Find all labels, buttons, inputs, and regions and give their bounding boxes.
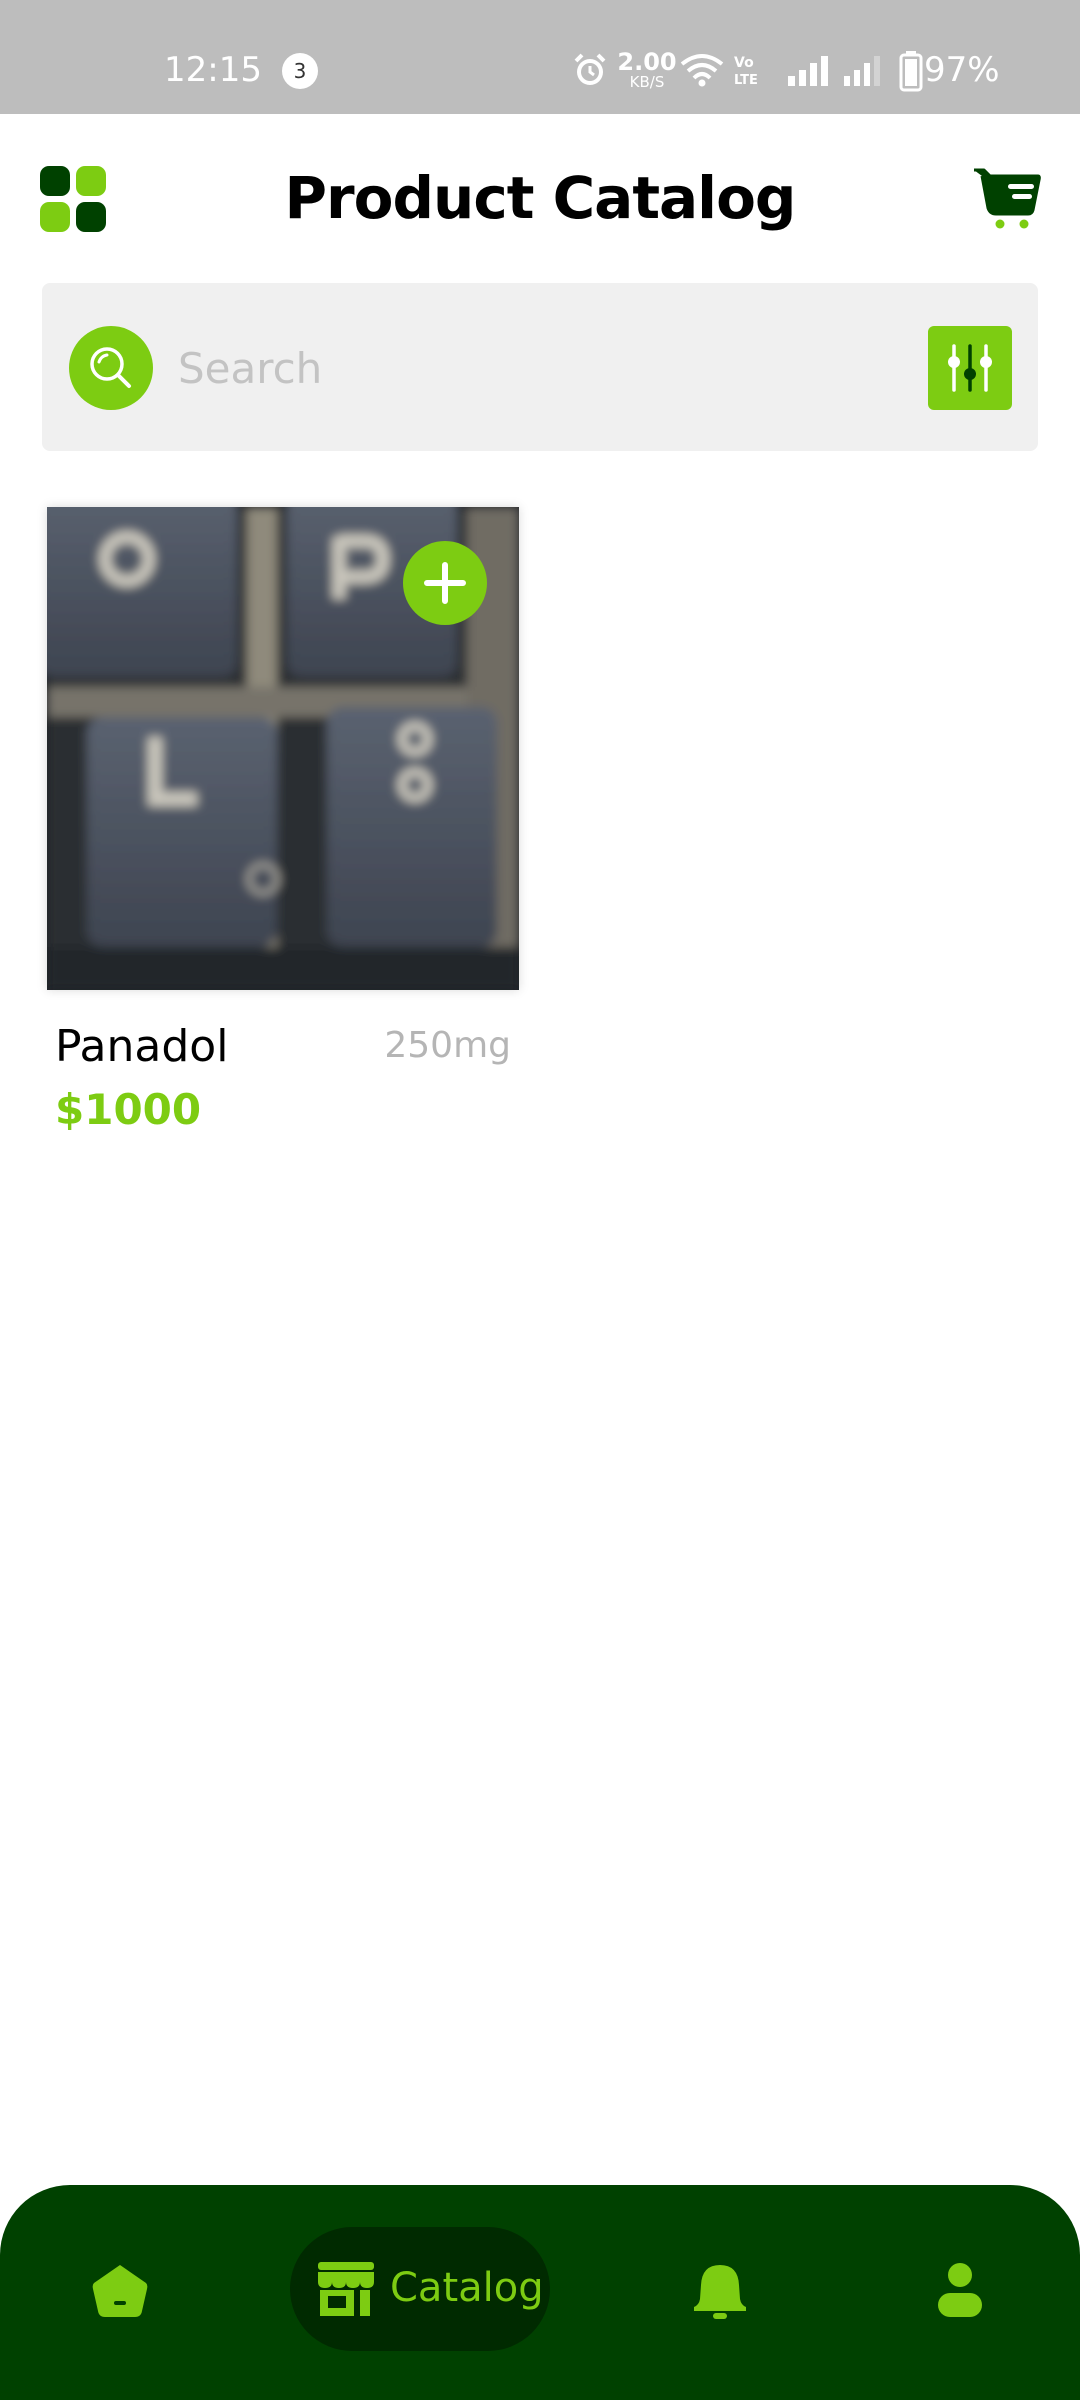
bell-icon bbox=[694, 2265, 746, 2319]
add-to-cart-button[interactable] bbox=[403, 541, 487, 625]
wifi-icon bbox=[680, 54, 724, 87]
app-header: Product Catalog bbox=[0, 114, 1080, 284]
nav-catalog-label: Catalog bbox=[390, 2265, 544, 2311]
net-speed-unit: KB/S bbox=[629, 73, 665, 91]
nav-home[interactable] bbox=[60, 2185, 180, 2400]
signal-strength-icon bbox=[788, 56, 828, 86]
store-icon bbox=[318, 2262, 374, 2316]
battery-percent: 97% bbox=[924, 50, 1000, 90]
search-bar bbox=[42, 283, 1038, 451]
volte-icon: Vo LTE bbox=[734, 55, 758, 88]
status-time: 12:15 bbox=[164, 50, 262, 90]
status-icons: 2.00 KB/S Vo LTE 97% bbox=[572, 46, 1012, 96]
net-speed-value: 2.00 bbox=[617, 48, 677, 76]
alarm-icon bbox=[574, 53, 606, 85]
product-price: $1000 bbox=[55, 1085, 202, 1134]
cart-icon[interactable] bbox=[972, 166, 1042, 232]
notification-count-badge: 3 bbox=[282, 53, 318, 89]
net-speed: 2.00 KB/S bbox=[616, 50, 678, 90]
filter-sliders-icon bbox=[948, 344, 992, 392]
bottom-nav: Catalog bbox=[0, 2185, 1080, 2400]
search-input[interactable] bbox=[178, 333, 898, 403]
page-title: Product Catalog bbox=[284, 164, 797, 232]
status-bar: 12:15 3 2.00 KB/S Vo LTE 97% bbox=[0, 0, 1080, 114]
product-card[interactable]: Panadol 250mg $1000 bbox=[47, 507, 519, 1147]
product-dose: 250mg bbox=[384, 1025, 511, 1066]
battery-icon bbox=[899, 51, 923, 92]
svg-text:LTE: LTE bbox=[734, 73, 758, 88]
product-image[interactable] bbox=[47, 507, 519, 990]
home-icon bbox=[92, 2265, 148, 2317]
plus-icon bbox=[424, 562, 466, 604]
filter-button[interactable] bbox=[928, 326, 1012, 410]
nav-profile[interactable] bbox=[900, 2185, 1020, 2400]
product-name: Panadol bbox=[55, 1021, 229, 1072]
search-icon bbox=[90, 347, 131, 388]
nav-catalog[interactable]: Catalog bbox=[290, 2227, 550, 2351]
signal-strength-icon-2 bbox=[844, 56, 880, 86]
svg-text:Vo: Vo bbox=[734, 55, 754, 71]
search-button[interactable] bbox=[69, 326, 153, 410]
person-icon bbox=[938, 2263, 982, 2317]
nav-notifications[interactable] bbox=[660, 2185, 780, 2400]
